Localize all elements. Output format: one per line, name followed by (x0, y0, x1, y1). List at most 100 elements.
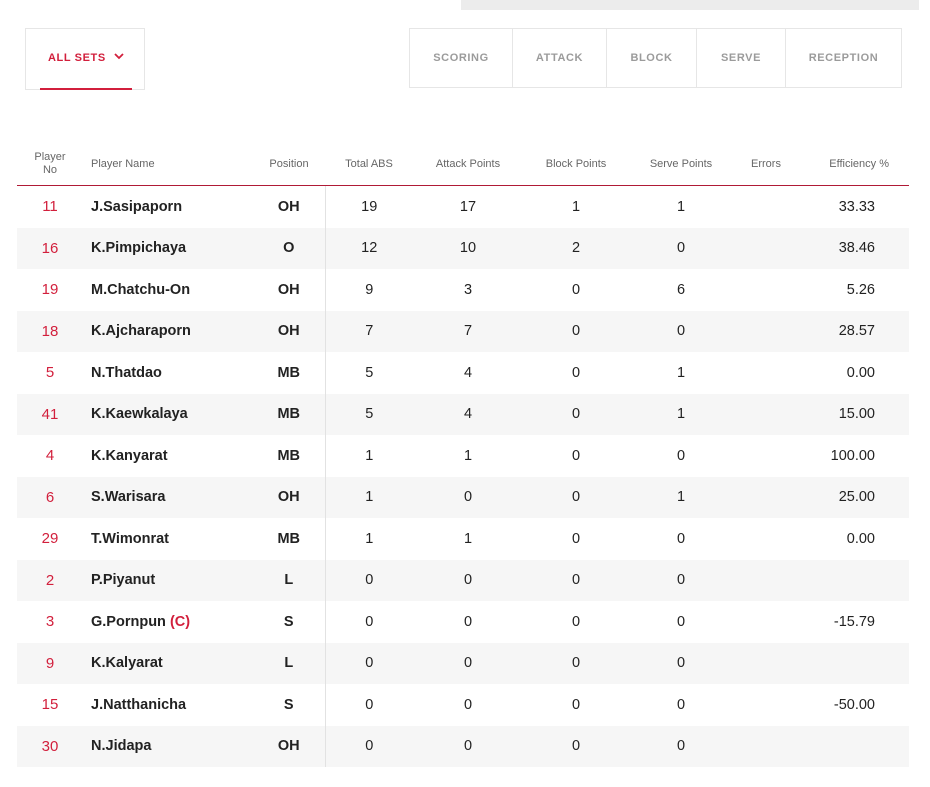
player-position: MB (253, 352, 326, 394)
player-name-text: G.Pornpun (91, 613, 166, 630)
efficiency: 100.00 (830, 447, 875, 464)
block-points: 0 (523, 642, 629, 684)
player-name: K.Ajcharaporn (83, 310, 253, 352)
table-row: 5 N.Thatdao MB 5 4 0 1 0.00 (17, 352, 909, 394)
total-abs: 0 (325, 642, 413, 684)
attack-points: 0 (463, 613, 473, 630)
player-number: 3 (45, 613, 55, 631)
player-name: P.Piyanut (83, 559, 253, 601)
efficiency (799, 559, 909, 601)
tab-serve[interactable]: SERVE (697, 29, 786, 87)
total-abs: 1 (365, 530, 374, 547)
chevron-down-icon (114, 53, 124, 60)
player-name-text: K.Ajcharaporn (91, 323, 191, 340)
errors (733, 310, 799, 352)
total-abs: 1 (365, 447, 374, 464)
block-points: 0 (571, 696, 581, 713)
player-number: 29 (41, 530, 59, 548)
player-name: J.Sasipaporn (83, 186, 253, 228)
player-number: 30 (17, 725, 83, 767)
player-number: 11 (42, 198, 58, 216)
col-block-points: Block Points (523, 143, 629, 186)
attack-points: 0 (413, 476, 523, 518)
table-row: 9 K.Kalyarat L 0 0 0 0 (17, 642, 909, 684)
efficiency: 25.00 (799, 476, 909, 518)
player-number: 9 (17, 642, 83, 684)
all-sets-dropdown[interactable]: ALL SETS (25, 28, 145, 90)
player-position: O (253, 227, 326, 269)
efficiency: 5.26 (846, 281, 875, 298)
tab-scoring[interactable]: SCORING (410, 29, 513, 87)
player-name-text: M.Chatchu-On (91, 281, 191, 298)
block-points: 0 (523, 393, 629, 435)
table-row: 19 M.Chatchu-On OH 9 3 0 6 5.26 (17, 269, 909, 311)
active-indicator (40, 88, 132, 90)
player-position: L (253, 642, 326, 684)
player-position: OH (253, 269, 326, 311)
player-name-text: N.Thatdao (91, 364, 162, 381)
tab-attack[interactable]: ATTACK (513, 29, 607, 87)
player-position: L (253, 559, 326, 601)
table-row: 3 G.Pornpun (C) S 0 0 0 0 -15.79 (17, 601, 909, 643)
errors (733, 642, 799, 684)
serve-points: 1 (676, 198, 686, 215)
player-number: 18 (17, 310, 83, 352)
player-name-text: P.Piyanut (91, 572, 156, 589)
total-abs: 5 (325, 393, 413, 435)
attack-points: 1 (463, 447, 473, 464)
serve-points: 0 (629, 725, 733, 767)
total-abs: 0 (365, 696, 374, 713)
tab-reception[interactable]: RECEPTION (786, 29, 901, 87)
efficiency (799, 725, 909, 767)
block-points: 0 (523, 725, 629, 767)
table-row: 16 K.Pimpichaya O 12 10 2 0 38.46 (17, 227, 909, 269)
player-name: T.Wimonrat (83, 518, 253, 560)
table-row: 41 K.Kaewkalaya MB 5 4 0 1 15.00 (17, 393, 909, 435)
top-scroll-strip (461, 0, 919, 10)
player-name-text: T.Wimonrat (91, 530, 170, 547)
player-number: 4 (45, 447, 55, 465)
serve-points: 6 (676, 281, 686, 298)
table-header-row: Player No Player Name Position Total ABS… (17, 143, 909, 186)
errors (733, 186, 799, 228)
player-name: J.Natthanicha (83, 684, 253, 726)
player-name-text: K.Kaewkalaya (91, 406, 188, 423)
player-name-text: J.Sasipaporn (91, 198, 183, 215)
player-name-text: N.Jidapa (91, 738, 152, 755)
errors (733, 601, 799, 643)
player-position: MB (253, 518, 326, 560)
serve-points: 0 (676, 530, 686, 547)
errors (733, 559, 799, 601)
player-position: OH (253, 185, 326, 228)
player-position: OH (253, 725, 326, 767)
player-position: MB (253, 435, 326, 477)
table-row: 2 P.Piyanut L 0 0 0 0 (17, 559, 909, 601)
player-name: S.Warisara (83, 476, 253, 518)
attack-points: 0 (413, 725, 523, 767)
errors (733, 725, 799, 767)
col-serve-points: Serve Points (629, 143, 733, 186)
col-position: Position (253, 143, 325, 186)
attack-points: 4 (463, 364, 473, 381)
player-position: OH (253, 476, 326, 518)
player-number: 41 (17, 393, 83, 435)
attack-points: 3 (463, 281, 473, 298)
errors (733, 393, 799, 435)
table-row: 30 N.Jidapa OH 0 0 0 0 (17, 725, 909, 767)
serve-points: 0 (629, 559, 733, 601)
block-points: 0 (523, 310, 629, 352)
serve-points: 1 (676, 364, 686, 381)
attack-points: 17 (459, 198, 477, 215)
tab-block[interactable]: BLOCK (607, 29, 697, 87)
player-position: MB (253, 393, 326, 435)
table-row: 6 S.Warisara OH 1 0 0 1 25.00 (17, 476, 909, 518)
serve-points: 1 (629, 476, 733, 518)
col-errors: Errors (733, 143, 799, 186)
serve-points: 0 (629, 310, 733, 352)
total-abs: 19 (361, 198, 378, 215)
attack-points: 10 (413, 227, 523, 269)
attack-points: 0 (413, 559, 523, 601)
total-abs: 1 (325, 476, 413, 518)
player-number: 15 (41, 696, 59, 714)
total-abs: 0 (365, 613, 374, 630)
